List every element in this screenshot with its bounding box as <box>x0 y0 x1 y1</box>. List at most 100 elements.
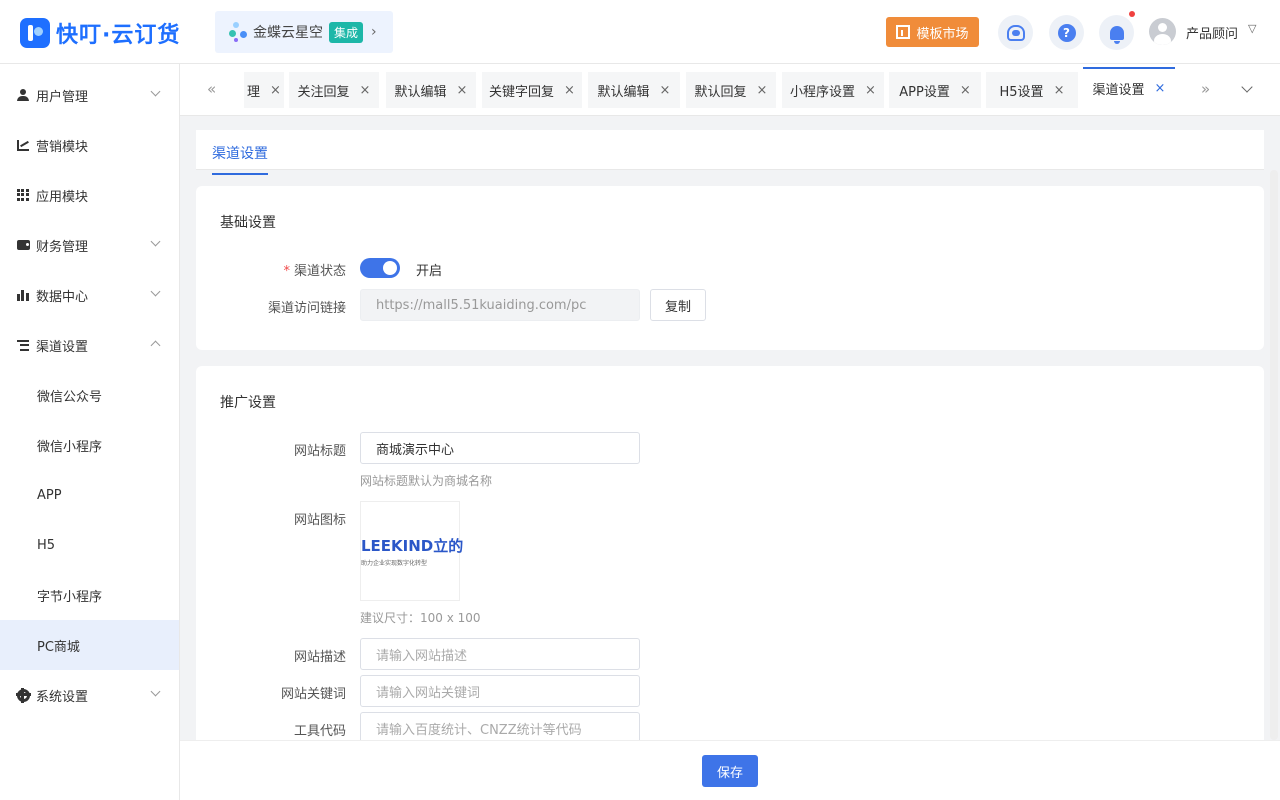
tab-label: 渠道设置 <box>1092 83 1145 98</box>
content-tabs: 渠道设置 <box>196 130 1264 175</box>
headset-icon <box>1006 24 1025 41</box>
close-icon[interactable]: × <box>1054 83 1065 98</box>
notification-dot <box>1129 11 1135 17</box>
tab-item[interactable]: 关键字回复 × <box>482 72 582 108</box>
tabs-scroll-left-icon[interactable]: « <box>207 80 216 98</box>
close-icon[interactable]: × <box>457 83 468 98</box>
tab-item[interactable]: 默认编辑 × <box>386 72 476 108</box>
channel-link-label: 渠道访问链接 <box>267 301 346 316</box>
site-icon-upload[interactable]: LEEKIND立的 助力企业实现数字化转型 <box>360 501 463 601</box>
site-description-label: 网站描述 <box>293 650 346 665</box>
site-description-input[interactable]: 请输入网站描述 <box>360 638 640 670</box>
channel-link-field[interactable]: https://mall5.51kuaiding.com/pc <box>360 289 640 321</box>
sidebar-item-label: 应用模块 <box>36 189 89 205</box>
sidebar-item-data-center[interactable]: 数据中心 <box>0 270 179 320</box>
channel-status-label: 渠道状态 <box>293 264 346 279</box>
sidebar: 用户管理 营销模块 应用模块 财务管理 数据中心 渠道设置 微信公众号 微信小程… <box>0 64 180 800</box>
close-icon[interactable]: × <box>270 83 281 98</box>
sidebar-subitem-bytedance[interactable]: 字节小程序 <box>0 570 179 620</box>
close-icon[interactable]: × <box>660 83 671 98</box>
avatar[interactable] <box>1149 18 1176 45</box>
top-header: 快叮·云订货 金蝶云星空 集成 › 模板市场 ? 产品顾问 ▽ <box>0 0 1280 64</box>
tab-item-active[interactable]: 渠道设置 × <box>1083 67 1175 108</box>
tab-item[interactable]: 小程序设置 × <box>782 72 884 108</box>
sidebar-subitem-app[interactable]: APP <box>0 470 179 520</box>
sidebar-item-label: 渠道设置 <box>36 339 89 355</box>
sidebar-item-label: 数据中心 <box>36 289 89 305</box>
site-title-input[interactable]: 商城演示中心 <box>360 432 640 464</box>
chevron-down-icon <box>150 236 161 247</box>
chevron-down-icon <box>150 286 161 297</box>
close-icon[interactable]: × <box>1155 81 1166 96</box>
page-tabs-bar: « 理 × 关注回复 × 默认编辑 × 关键字回复 × 默认编辑 × 默认回复 × 小程序设… <box>180 64 1280 116</box>
close-icon[interactable]: × <box>865 83 876 98</box>
chevron-down-icon[interactable] <box>1241 81 1253 93</box>
tabs-scroll-right-icon[interactable]: » <box>1201 80 1210 98</box>
tab-label: 默认回复 <box>694 84 747 100</box>
site-keywords-label: 网站关键词 <box>280 687 346 702</box>
customer-service-button[interactable] <box>998 15 1033 50</box>
chevron-down-icon <box>150 686 161 697</box>
site-title-label: 网站标题 <box>293 444 346 459</box>
tab-item[interactable]: H5设置 × <box>986 72 1078 108</box>
sidebar-item-label: 用户管理 <box>36 89 89 105</box>
form-label: * 渠道状态 <box>196 260 346 279</box>
site-keywords-input[interactable]: 请输入网站关键词 <box>360 675 640 707</box>
site-icon-label: 网站图标 <box>293 513 346 528</box>
section-title: 基础设置 <box>220 215 276 231</box>
sidebar-item-label: 系统设置 <box>36 689 89 705</box>
sidebar-item-channel-settings[interactable]: 渠道设置 <box>0 320 179 370</box>
list-icon <box>16 338 30 352</box>
user-name[interactable]: 产品顾问 <box>1186 23 1238 42</box>
close-icon[interactable]: × <box>360 83 371 98</box>
scrollbar[interactable] <box>1270 170 1278 740</box>
app-logo[interactable]: 快叮·云订货 <box>20 17 180 49</box>
bell-icon <box>1109 25 1124 44</box>
caret-down-icon[interactable]: ▽ <box>1248 22 1256 35</box>
close-icon[interactable]: × <box>960 83 971 98</box>
copy-button[interactable]: 复制 <box>650 289 706 321</box>
sidebar-item-marketing[interactable]: 营销模块 <box>0 120 179 170</box>
tab-item[interactable]: 默认回复 × <box>686 72 776 108</box>
close-icon[interactable]: × <box>564 83 575 98</box>
sidebar-item-label: 财务管理 <box>36 239 89 255</box>
channel-status-toggle[interactable] <box>360 258 400 278</box>
tab-item[interactable]: 理 × <box>244 72 284 108</box>
sidebar-subitem-wechat-miniprogram[interactable]: 微信小程序 <box>0 420 179 470</box>
sidebar-item-system-settings[interactable]: 系统设置 <box>0 670 179 720</box>
section-title: 推广设置 <box>220 395 276 411</box>
tool-code-label: 工具代码 <box>293 724 346 739</box>
save-button[interactable]: 保存 <box>702 755 758 787</box>
sidebar-subitem-wechat-official[interactable]: 微信公众号 <box>0 370 179 420</box>
template-market-label: 模板市场 <box>916 26 969 42</box>
notification-button[interactable] <box>1099 15 1134 50</box>
tab-label: H5设置 <box>999 84 1044 100</box>
template-icon <box>896 25 911 39</box>
basic-settings-card: 基础设置 * 渠道状态 开启 渠道访问链接 https://mall5.51kua… <box>196 186 1264 350</box>
user-icon <box>16 88 30 102</box>
help-button[interactable]: ? <box>1049 15 1084 50</box>
sidebar-item-apps[interactable]: 应用模块 <box>0 170 179 220</box>
sidebar-subitem-pc-mall[interactable]: PC商城 <box>0 620 179 670</box>
integration-switcher[interactable]: 金蝶云星空 集成 › <box>215 11 393 53</box>
kingdee-logo-icon <box>229 21 249 43</box>
tab-label: 关注回复 <box>297 84 350 100</box>
logo-icon <box>20 18 50 48</box>
sidebar-item-finance[interactable]: 财务管理 <box>0 220 179 270</box>
tab-item[interactable]: APP设置 × <box>889 72 981 108</box>
close-icon[interactable]: × <box>757 83 768 98</box>
bar-chart-icon <box>16 288 30 302</box>
icon-size-hint: 建议尺寸：100 x 100 <box>360 611 481 625</box>
tab-label: 小程序设置 <box>790 84 856 100</box>
sidebar-subitem-h5[interactable]: H5 <box>0 520 179 570</box>
grid-icon <box>16 188 30 202</box>
chevron-right-icon: › <box>371 24 377 40</box>
tab-item[interactable]: 默认编辑 × <box>588 72 680 108</box>
tab-channel-settings[interactable]: 渠道设置 <box>212 143 268 175</box>
chart-icon <box>16 138 30 152</box>
template-market-button[interactable]: 模板市场 <box>886 17 979 47</box>
sidebar-item-user-management[interactable]: 用户管理 <box>0 70 179 120</box>
footer-bar: 保存 <box>180 740 1280 800</box>
tab-item[interactable]: 关注回复 × <box>289 72 379 108</box>
tab-label: 默认编辑 <box>597 84 650 100</box>
